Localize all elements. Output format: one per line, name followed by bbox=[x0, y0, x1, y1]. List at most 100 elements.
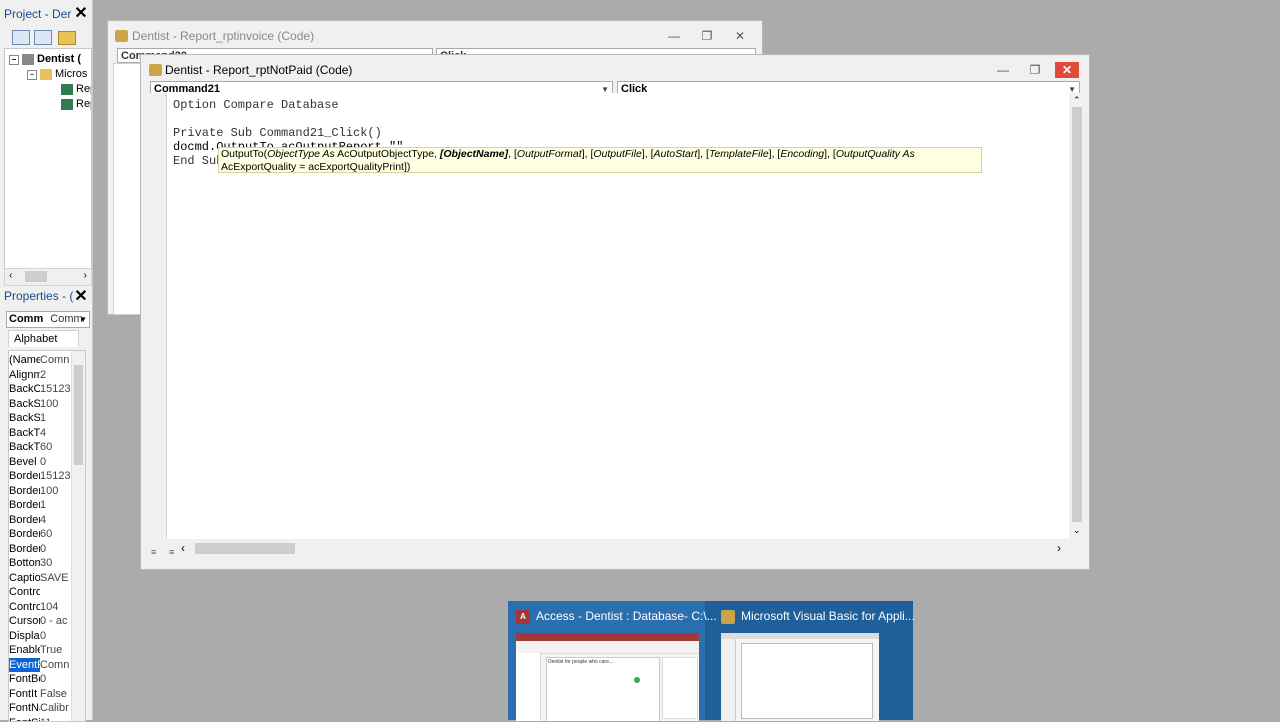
property-value[interactable]: 30 bbox=[40, 556, 70, 571]
back-code-area[interactable] bbox=[113, 63, 143, 315]
properties-vscroll[interactable] bbox=[71, 351, 85, 721]
property-row[interactable]: CaptioSAVE bbox=[9, 571, 71, 586]
property-value[interactable]: 2 bbox=[40, 368, 70, 383]
property-value[interactable]: 4 bbox=[40, 426, 70, 441]
tree-item-folder[interactable]: −Micros bbox=[27, 67, 87, 82]
property-name: BackC bbox=[9, 382, 40, 397]
property-value[interactable]: 60 bbox=[40, 440, 70, 455]
vba-thumbnail bbox=[721, 633, 879, 721]
property-row[interactable]: Border4 bbox=[9, 513, 71, 528]
property-value[interactable]: True bbox=[40, 643, 70, 658]
property-value[interactable]: Comn bbox=[40, 353, 70, 368]
property-row[interactable]: Border100 bbox=[9, 484, 71, 499]
property-value[interactable]: SAVE bbox=[40, 571, 70, 586]
scroll-down-icon[interactable]: ⌄ bbox=[1073, 525, 1081, 536]
code-line[interactable]: Private Sub Command21_Click() bbox=[173, 126, 382, 140]
property-row[interactable]: BackSl1 bbox=[9, 411, 71, 426]
property-row[interactable]: FontNaCalibr bbox=[9, 701, 71, 716]
property-value[interactable]: 0 bbox=[40, 672, 70, 687]
tab-alphabetic[interactable]: Alphabet bbox=[8, 330, 79, 347]
property-row[interactable]: Bottom30 bbox=[9, 556, 71, 571]
property-row[interactable]: (NameComn bbox=[9, 353, 71, 368]
view-code-icon[interactable] bbox=[12, 30, 30, 45]
minimize-icon[interactable]: — bbox=[664, 28, 684, 44]
property-value[interactable]: Comn bbox=[40, 658, 70, 673]
taskbar-preview-access[interactable]: A Access - Dentist : Database- C:\... De… bbox=[508, 601, 705, 720]
code-window[interactable]: Dentist - Report_rptNotPaid (Code) — ❐ ✕… bbox=[140, 54, 1090, 570]
code-vscroll[interactable]: ⌃ ⌄ bbox=[1069, 93, 1085, 539]
property-name: Contro bbox=[9, 600, 40, 615]
property-row[interactable]: Contro bbox=[9, 585, 71, 600]
properties-pane-close-icon[interactable]: ✕ bbox=[74, 290, 88, 304]
project-tree[interactable]: −Dentist ( −Micros Rep Rep bbox=[4, 48, 92, 270]
close-icon[interactable]: ✕ bbox=[730, 28, 750, 44]
property-value[interactable]: 0 bbox=[40, 455, 70, 470]
restore-icon[interactable]: ❐ bbox=[697, 28, 717, 44]
property-row[interactable]: Cursor0 - ac bbox=[9, 614, 71, 629]
property-value[interactable]: 1 bbox=[40, 498, 70, 513]
scroll-right-icon[interactable]: › bbox=[84, 270, 87, 281]
object-select[interactable]: Comm Comm ▼ bbox=[6, 311, 90, 328]
property-value[interactable]: 60 bbox=[40, 527, 70, 542]
property-value[interactable]: 0 bbox=[40, 542, 70, 557]
property-value[interactable]: False bbox=[40, 687, 70, 702]
scroll-thumb[interactable] bbox=[25, 271, 47, 282]
tooltip-part: , [ bbox=[508, 148, 517, 160]
scroll-left-icon[interactable]: ‹ bbox=[9, 270, 12, 281]
property-value[interactable]: 15123 bbox=[40, 469, 70, 484]
scroll-left-icon[interactable]: ‹ bbox=[181, 541, 185, 555]
view-object-icon[interactable] bbox=[34, 30, 52, 45]
tree-item-report[interactable]: Rep bbox=[61, 82, 92, 97]
property-row[interactable]: Alignm2 bbox=[9, 368, 71, 383]
property-name: Border bbox=[9, 527, 40, 542]
property-row[interactable]: BackTl4 bbox=[9, 426, 71, 441]
property-row[interactable]: Border15123 bbox=[9, 469, 71, 484]
property-row[interactable]: Bevel0 bbox=[9, 455, 71, 470]
code-line[interactable]: Option Compare Database bbox=[173, 98, 339, 112]
property-value[interactable]: 0 bbox=[40, 629, 70, 644]
scroll-right-icon[interactable]: › bbox=[1057, 541, 1061, 555]
property-value[interactable]: 100 bbox=[40, 484, 70, 499]
property-value[interactable]: 11 bbox=[40, 716, 70, 722]
tree-item-report[interactable]: Rep bbox=[61, 97, 92, 112]
procedure-view-icon[interactable]: ≡ bbox=[151, 547, 156, 557]
property-value[interactable]: 104 bbox=[40, 600, 70, 615]
scroll-thumb[interactable] bbox=[1072, 107, 1082, 522]
property-row[interactable]: BackC15123 bbox=[9, 382, 71, 397]
taskbar-preview-vba[interactable]: Microsoft Visual Basic for Appli... bbox=[713, 601, 910, 720]
tree-item-project[interactable]: −Dentist ( bbox=[9, 52, 81, 67]
close-icon[interactable]: ✕ bbox=[1055, 62, 1079, 78]
property-row[interactable]: FontItFalse bbox=[9, 687, 71, 702]
property-row[interactable]: Border60 bbox=[9, 527, 71, 542]
project-pane-close-icon[interactable]: ✕ bbox=[74, 7, 88, 21]
toggle-folders-icon[interactable] bbox=[58, 31, 76, 45]
restore-icon[interactable]: ❐ bbox=[1025, 62, 1045, 78]
full-module-view-icon[interactable]: ≡ bbox=[169, 547, 174, 557]
scroll-thumb[interactable] bbox=[195, 543, 295, 554]
property-row[interactable]: Border1 bbox=[9, 498, 71, 513]
code-line[interactable]: End Sub bbox=[173, 154, 223, 168]
property-value[interactable]: 0 - ac bbox=[40, 614, 70, 629]
property-value[interactable]: 4 bbox=[40, 513, 70, 528]
property-row[interactable]: FontSi11 bbox=[9, 716, 71, 722]
scroll-up-icon[interactable]: ⌃ bbox=[1073, 95, 1081, 106]
property-row[interactable]: Contro104 bbox=[9, 600, 71, 615]
property-row[interactable]: EnableTrue bbox=[9, 643, 71, 658]
property-name: Enable bbox=[9, 643, 40, 658]
property-value[interactable]: 15123 bbox=[40, 382, 70, 397]
property-row[interactable]: Border0 bbox=[9, 542, 71, 557]
minimize-icon[interactable]: — bbox=[993, 62, 1013, 78]
property-row[interactable]: FontBo0 bbox=[9, 672, 71, 687]
scroll-thumb[interactable] bbox=[74, 365, 83, 465]
property-row[interactable]: BackSl100 bbox=[9, 397, 71, 412]
property-value[interactable]: 100 bbox=[40, 397, 70, 412]
property-value[interactable]: Calibr bbox=[40, 701, 70, 716]
property-name: Border bbox=[9, 513, 40, 528]
property-row[interactable]: EventPComn bbox=[9, 658, 71, 673]
code-hscroll[interactable]: ‹ › bbox=[177, 541, 1065, 556]
property-row[interactable]: BackTi60 bbox=[9, 440, 71, 455]
property-value[interactable]: 1 bbox=[40, 411, 70, 426]
properties-list[interactable]: (NameComnAlignm2BackC15123BackSl100BackS… bbox=[8, 350, 86, 722]
property-row[interactable]: Displa0 bbox=[9, 629, 71, 644]
project-tree-hscroll[interactable]: ‹ › bbox=[4, 268, 92, 286]
